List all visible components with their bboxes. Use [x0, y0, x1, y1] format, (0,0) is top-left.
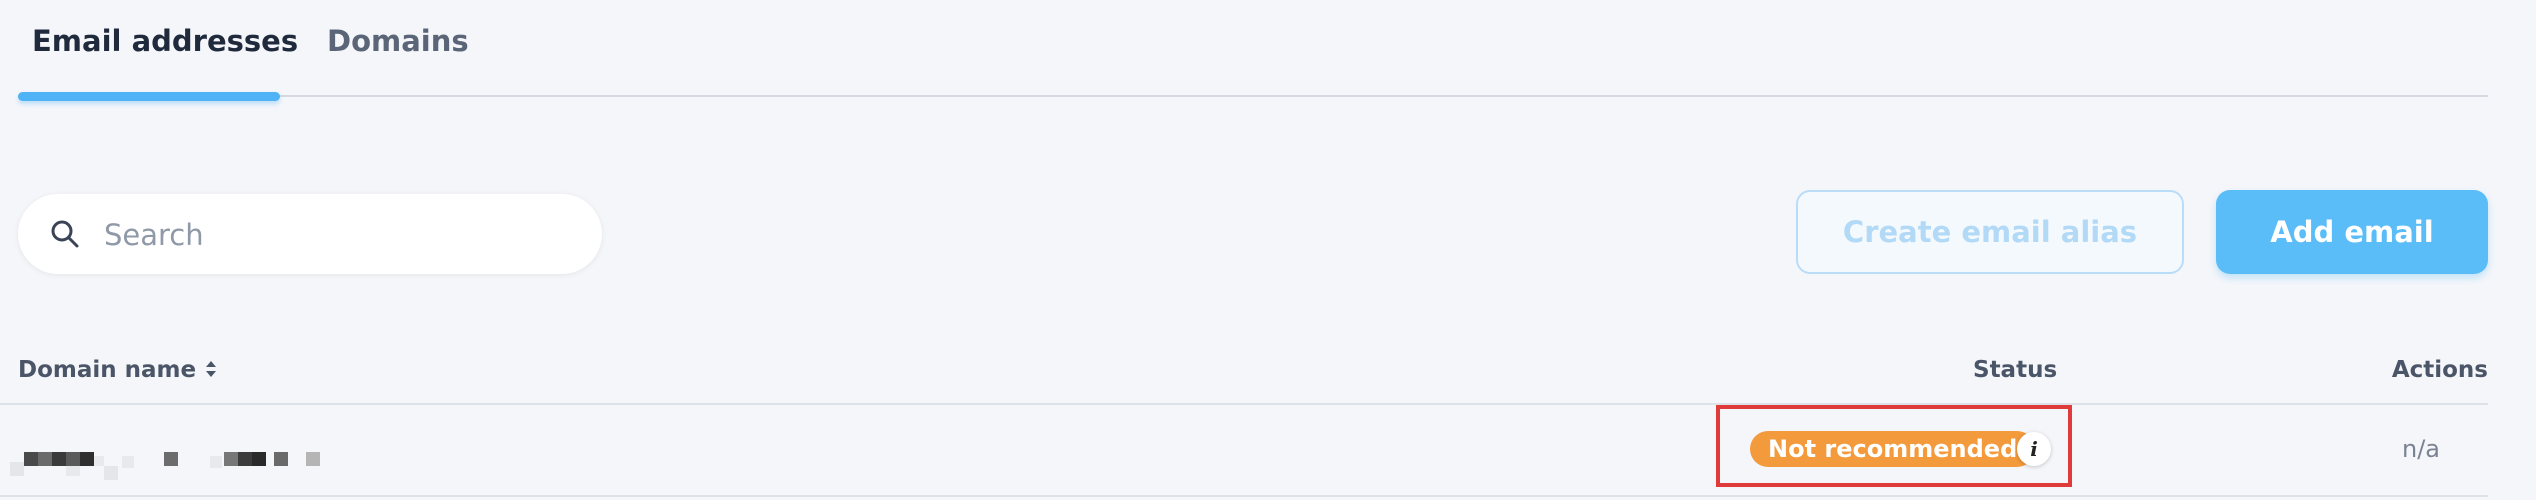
search-icon: [51, 220, 79, 248]
sort-icon: [206, 361, 217, 377]
info-icon[interactable]: i: [2017, 432, 2051, 466]
active-tab-indicator: [18, 92, 280, 101]
table-row: Not recommended i n/a: [0, 405, 2488, 495]
search-box[interactable]: [18, 194, 602, 274]
tab-email-addresses[interactable]: Email addresses: [32, 24, 298, 58]
status-badge: Not recommended: [1750, 431, 2036, 467]
tab-bar: Email addresses Domains: [0, 0, 2488, 101]
row-divider: [0, 495, 2488, 497]
add-email-button[interactable]: Add email: [2216, 190, 2488, 274]
redacted-domain-name: [10, 452, 320, 480]
column-header-domain-label: Domain name: [18, 357, 197, 383]
tab-domains[interactable]: Domains: [327, 24, 469, 58]
row-actions: n/a: [2401, 435, 2440, 463]
column-header-domain[interactable]: Domain name: [18, 357, 218, 383]
tabs-divider: [18, 95, 2488, 97]
column-header-status: Status: [1973, 357, 2058, 383]
search-input[interactable]: [102, 212, 576, 258]
column-header-actions: Actions: [2391, 357, 2488, 383]
create-email-alias-button[interactable]: Create email alias: [1796, 190, 2184, 274]
